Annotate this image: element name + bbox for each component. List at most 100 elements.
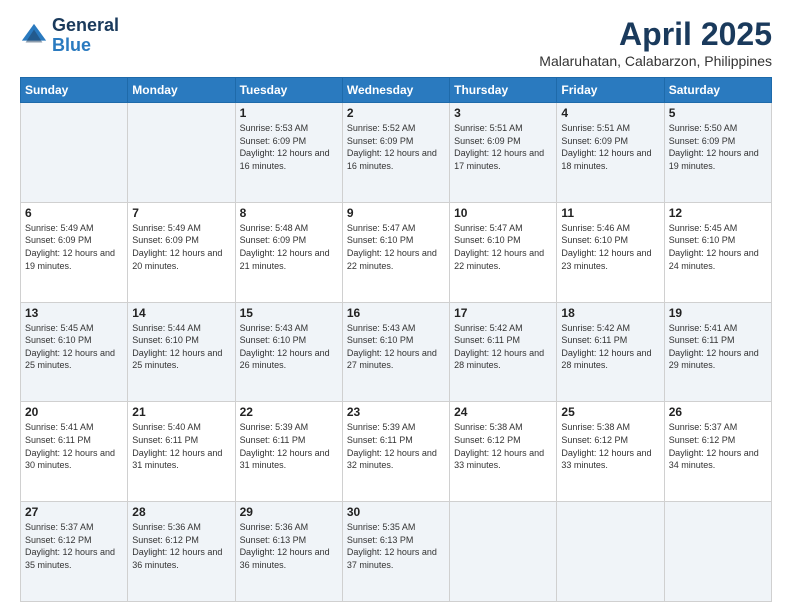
table-row: 1Sunrise: 5:53 AMSunset: 6:09 PMDaylight… (235, 103, 342, 203)
sunset-text: Sunset: 6:11 PM (561, 334, 659, 347)
day-number: 26 (669, 405, 767, 419)
sunset-text: Sunset: 6:09 PM (561, 135, 659, 148)
day-number: 6 (25, 206, 123, 220)
sunrise-text: Sunrise: 5:53 AM (240, 122, 338, 135)
sunrise-text: Sunrise: 5:48 AM (240, 222, 338, 235)
sunrise-text: Sunrise: 5:49 AM (132, 222, 230, 235)
calendar-week-row: 20Sunrise: 5:41 AMSunset: 6:11 PMDayligh… (21, 402, 772, 502)
daylight-text: Daylight: 12 hours and 20 minutes. (132, 247, 230, 272)
day-number: 16 (347, 306, 445, 320)
table-row: 2 Sunrise: 5:52 AMSunset: 6:09 PMDaylight… (342, 103, 449, 203)
sunrise-text: Sunrise: 5:51 AM (454, 122, 552, 135)
sunset-text: Sunset: 6:11 PM (454, 334, 552, 347)
daylight-text: Daylight: 12 hours and 28 minutes. (454, 347, 552, 372)
daylight-text: Daylight: 12 hours and 27 minutes. (347, 347, 445, 372)
table-row: 21Sunrise: 5:40 AMSunset: 6:11 PMDayligh… (128, 402, 235, 502)
daylight-text: Daylight: 12 hours and 29 minutes. (669, 347, 767, 372)
sunrise-text: Sunrise: 5:45 AM (25, 322, 123, 335)
sunset-text: Sunset: 6:12 PM (454, 434, 552, 447)
sunset-text: Sunset: 6:11 PM (347, 434, 445, 447)
sunset-text: Sunset: 6:09 PM (347, 135, 445, 148)
calendar-week-row: 6Sunrise: 5:49 AMSunset: 6:09 PMDaylight… (21, 202, 772, 302)
daylight-text: Daylight: 12 hours and 31 minutes. (132, 447, 230, 472)
logo-blue-text: Blue (52, 36, 119, 56)
day-number: 24 (454, 405, 552, 419)
day-info: Sunrise: 5:42 AMSunset: 6:11 PMDaylight:… (561, 322, 659, 372)
calendar-week-row: 13Sunrise: 5:45 AMSunset: 6:10 PMDayligh… (21, 302, 772, 402)
day-info: Sunrise: 5:39 AMSunset: 6:11 PMDaylight:… (347, 421, 445, 471)
table-row: 18 Sunrise: 5:42 AMSunset: 6:11 PMDayligh… (557, 302, 664, 402)
table-row: 26 Sunrise: 5:37 AMSunset: 6:12 PMDayligh… (664, 402, 771, 502)
sunset-text: Sunset: 6:13 PM (347, 534, 445, 547)
col-tuesday: Tuesday (235, 78, 342, 103)
table-row: 17Sunrise: 5:42 AMSunset: 6:11 PMDayligh… (450, 302, 557, 402)
daylight-text: Daylight: 12 hours and 35 minutes. (25, 546, 123, 571)
daylight-text: Daylight: 12 hours and 22 minutes. (347, 247, 445, 272)
day-number: 7 (132, 206, 230, 220)
sunrise-text: Sunrise: 5:43 AM (347, 322, 445, 335)
daylight-text: Daylight: 12 hours and 37 minutes. (347, 546, 445, 571)
sunrise-text: Sunrise: 5:43 AM (240, 322, 338, 335)
day-info: Sunrise: 5:48 AMSunset: 6:09 PMDaylight:… (240, 222, 338, 272)
day-number: 2 (347, 106, 445, 120)
calendar-header-row: Sunday Monday Tuesday Wednesday Thursday… (21, 78, 772, 103)
table-row: 25Sunrise: 5:38 AMSunset: 6:12 PMDayligh… (557, 402, 664, 502)
table-row: 10Sunrise: 5:47 AMSunset: 6:10 PMDayligh… (450, 202, 557, 302)
page: General Blue April 2025 Malaruhatan, Cal… (0, 0, 792, 612)
daylight-text: Daylight: 12 hours and 34 minutes. (669, 447, 767, 472)
logo-text: General Blue (52, 16, 119, 56)
day-info: Sunrise: 5:50 AMSunset: 6:09 PMDaylight:… (669, 122, 767, 172)
title-section: April 2025 Malaruhatan, Calabarzon, Phil… (539, 16, 772, 69)
day-info: Sunrise: 5:36 AMSunset: 6:12 PMDaylight:… (132, 521, 230, 571)
daylight-text: Daylight: 12 hours and 16 minutes. (240, 147, 338, 172)
day-info: Sunrise: 5:38 AMSunset: 6:12 PMDaylight:… (561, 421, 659, 471)
daylight-text: Daylight: 12 hours and 23 minutes. (561, 247, 659, 272)
sunrise-text: Sunrise: 5:36 AM (132, 521, 230, 534)
day-number: 23 (347, 405, 445, 419)
table-row: 30Sunrise: 5:35 AMSunset: 6:13 PMDayligh… (342, 502, 449, 602)
col-monday: Monday (128, 78, 235, 103)
day-info: Sunrise: 5:49 AMSunset: 6:09 PMDaylight:… (25, 222, 123, 272)
day-info: Sunrise: 5:35 AMSunset: 6:13 PMDaylight:… (347, 521, 445, 571)
location-title: Malaruhatan, Calabarzon, Philippines (539, 53, 772, 69)
table-row: 4Sunrise: 5:51 AMSunset: 6:09 PMDaylight… (557, 103, 664, 203)
sunset-text: Sunset: 6:10 PM (347, 234, 445, 247)
daylight-text: Daylight: 12 hours and 31 minutes. (240, 447, 338, 472)
day-info: Sunrise: 5:38 AMSunset: 6:12 PMDaylight:… (454, 421, 552, 471)
sunset-text: Sunset: 6:13 PM (240, 534, 338, 547)
sunrise-text: Sunrise: 5:39 AM (240, 421, 338, 434)
sunset-text: Sunset: 6:12 PM (669, 434, 767, 447)
day-info: Sunrise: 5:47 AMSunset: 6:10 PMDaylight:… (454, 222, 552, 272)
day-info: Sunrise: 5:53 AMSunset: 6:09 PMDaylight:… (240, 122, 338, 172)
sunset-text: Sunset: 6:09 PM (132, 234, 230, 247)
day-number: 19 (669, 306, 767, 320)
table-row (664, 502, 771, 602)
day-number: 28 (132, 505, 230, 519)
daylight-text: Daylight: 12 hours and 30 minutes. (25, 447, 123, 472)
sunrise-text: Sunrise: 5:42 AM (454, 322, 552, 335)
sunset-text: Sunset: 6:09 PM (669, 135, 767, 148)
day-info: Sunrise: 5:41 AMSunset: 6:11 PMDaylight:… (25, 421, 123, 471)
table-row (557, 502, 664, 602)
day-number: 14 (132, 306, 230, 320)
day-info: Sunrise: 5:42 AMSunset: 6:11 PMDaylight:… (454, 322, 552, 372)
table-row: 3Sunrise: 5:51 AMSunset: 6:09 PMDaylight… (450, 103, 557, 203)
day-number: 3 (454, 106, 552, 120)
day-info: Sunrise: 5:37 AMSunset: 6:12 PMDaylight:… (669, 421, 767, 471)
day-info: Sunrise: 5:52 AMSunset: 6:09 PMDaylight:… (347, 122, 445, 172)
sunrise-text: Sunrise: 5:40 AM (132, 421, 230, 434)
daylight-text: Daylight: 12 hours and 16 minutes. (347, 147, 445, 172)
table-row: 15Sunrise: 5:43 AMSunset: 6:10 PMDayligh… (235, 302, 342, 402)
day-number: 18 (561, 306, 659, 320)
day-info: Sunrise: 5:43 AMSunset: 6:10 PMDaylight:… (347, 322, 445, 372)
calendar-week-row: 27Sunrise: 5:37 AMSunset: 6:12 PMDayligh… (21, 502, 772, 602)
table-row: 20Sunrise: 5:41 AMSunset: 6:11 PMDayligh… (21, 402, 128, 502)
day-info: Sunrise: 5:49 AMSunset: 6:09 PMDaylight:… (132, 222, 230, 272)
day-number: 9 (347, 206, 445, 220)
sunrise-text: Sunrise: 5:38 AM (561, 421, 659, 434)
table-row: 22Sunrise: 5:39 AMSunset: 6:11 PMDayligh… (235, 402, 342, 502)
day-info: Sunrise: 5:41 AMSunset: 6:11 PMDaylight:… (669, 322, 767, 372)
table-row: 23 Sunrise: 5:39 AMSunset: 6:11 PMDayligh… (342, 402, 449, 502)
day-number: 29 (240, 505, 338, 519)
header: General Blue April 2025 Malaruhatan, Cal… (20, 16, 772, 69)
